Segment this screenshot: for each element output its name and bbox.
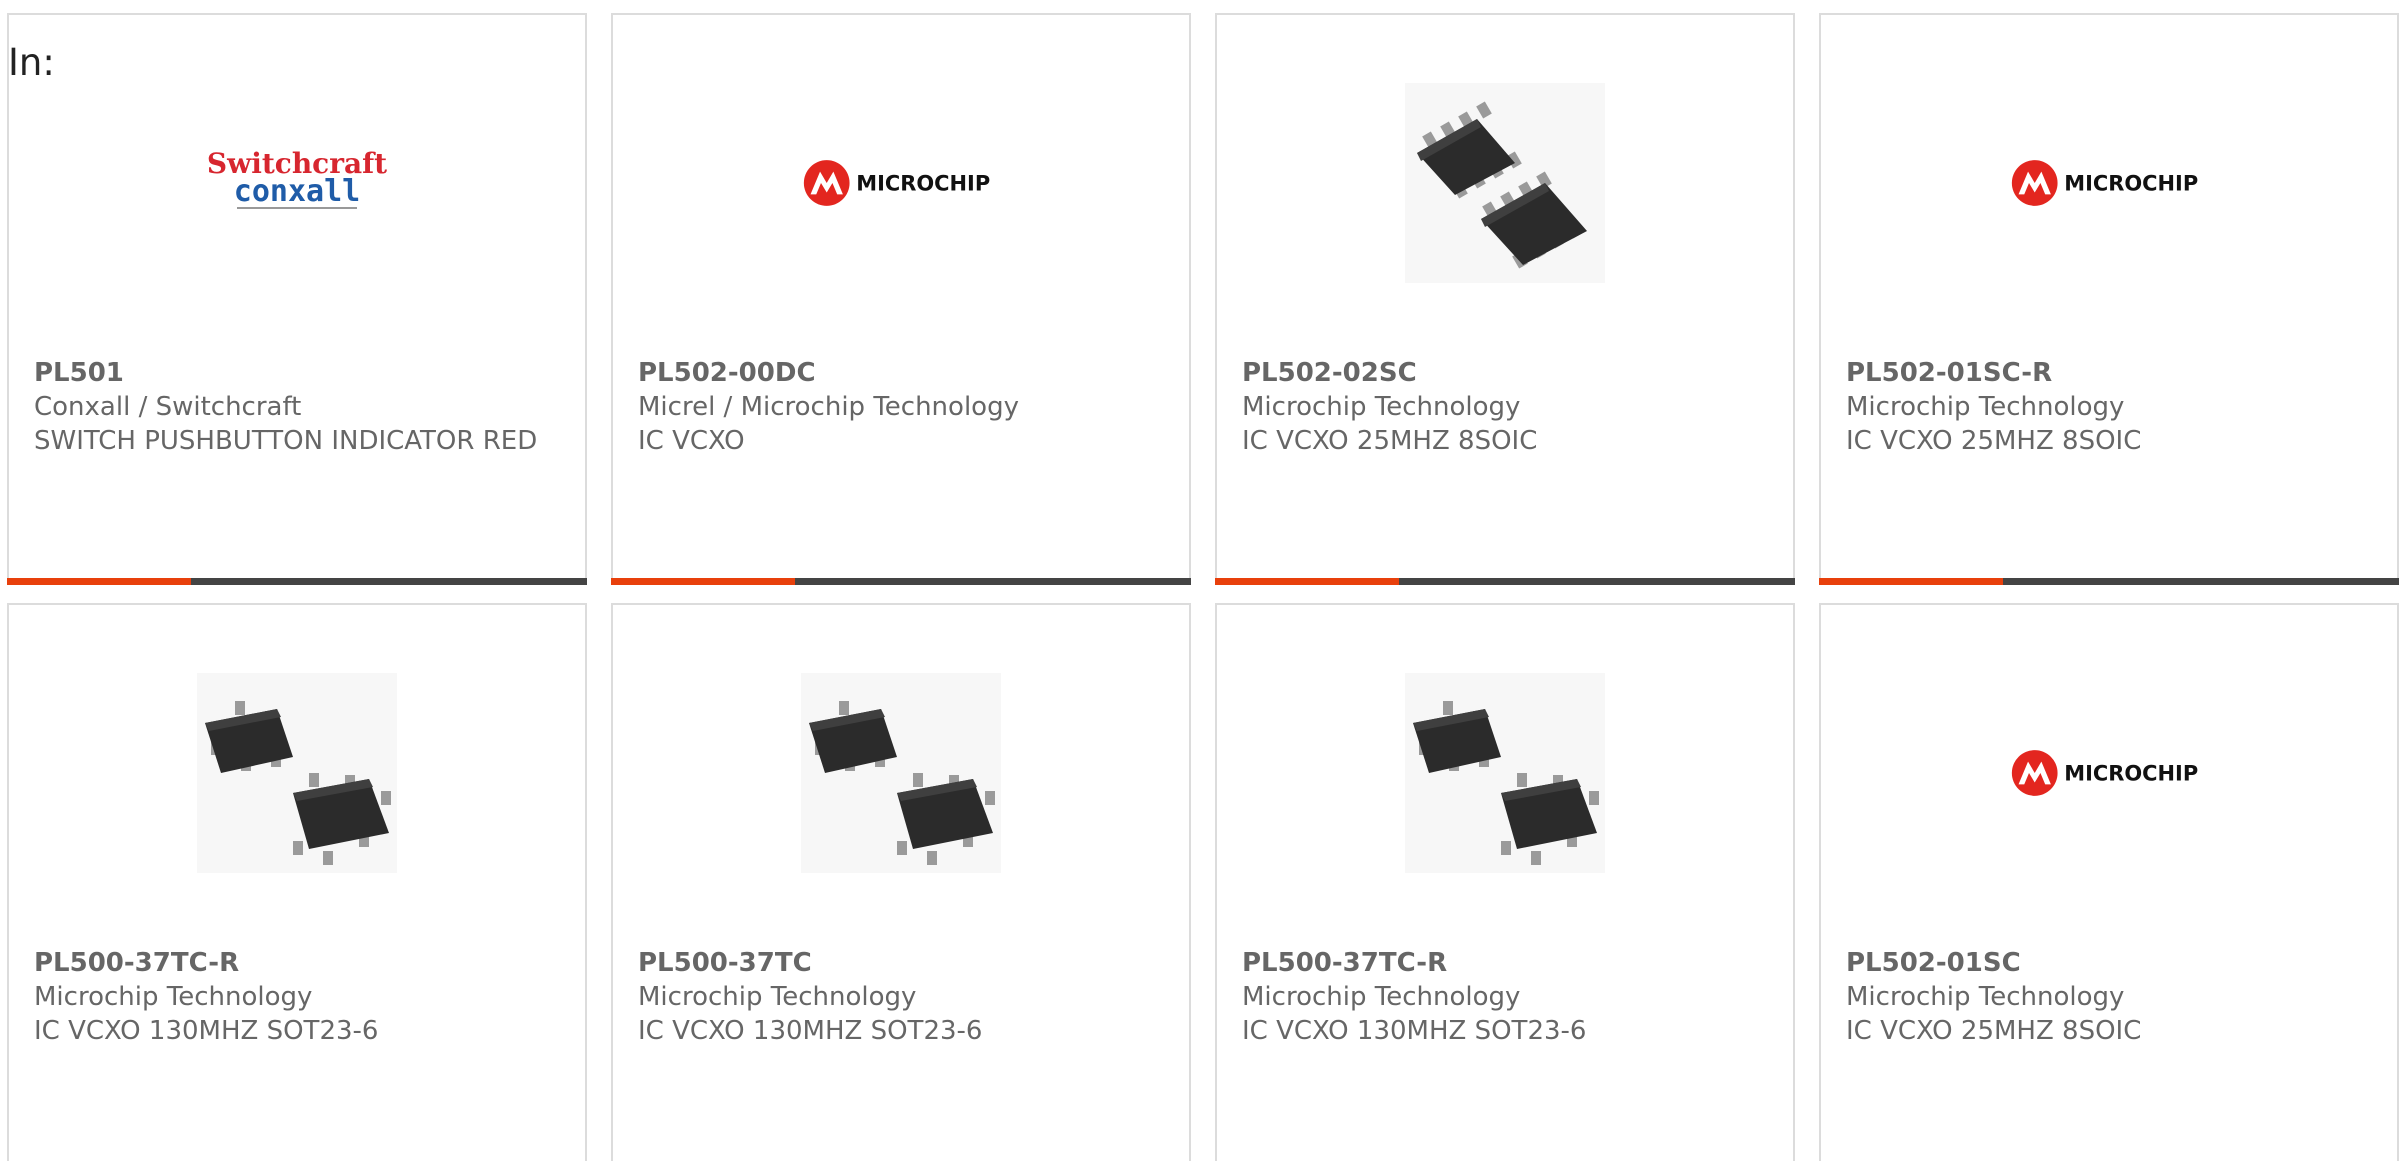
description: IC VCXO 25MHZ 8SOIC	[1846, 1016, 2142, 1046]
card-underline-accent	[1819, 578, 2003, 585]
description: IC VCXO	[638, 426, 745, 456]
product-info: PL500-37TC-R Microchip Technology IC VCX…	[1242, 946, 1777, 1048]
product-info: PL500-37TC-R Microchip Technology IC VCX…	[34, 946, 569, 1048]
description: IC VCXO 130MHZ SOT23-6	[34, 1016, 379, 1046]
sot23-chip-photo	[1405, 673, 1605, 873]
description: IC VCXO 130MHZ SOT23-6	[638, 1016, 983, 1046]
product-info: PL502-01SC-R Microchip Technology IC VCX…	[1846, 356, 2381, 458]
part-number[interactable]: PL502-01SC-R	[1846, 356, 2381, 390]
description: IC VCXO 130MHZ SOT23-6	[1242, 1016, 1587, 1046]
product-info: PL502-01SC Microchip Technology IC VCXO …	[1846, 946, 2381, 1048]
product-info: PL500-37TC Microchip Technology IC VCXO …	[638, 946, 1173, 1048]
product-grid-page: In: Switchcraft conxall PL501 Conxall / …	[0, 0, 2400, 1161]
manufacturer: Conxall / Switchcraft	[34, 392, 302, 422]
part-number[interactable]: PL502-00DC	[638, 356, 1173, 390]
manufacturer-logo-microchip: MICROCHIP	[2009, 83, 2209, 283]
sot23-chip-photo	[801, 673, 1001, 873]
manufacturer-logo-switchcraft-conxall: Switchcraft conxall	[197, 83, 397, 283]
product-card[interactable]: PL502-02SC Microchip Technology IC VCXO …	[1215, 13, 1795, 585]
manufacturer: Microchip Technology	[638, 982, 917, 1012]
manufacturer: Microchip Technology	[1242, 982, 1521, 1012]
card-underline	[611, 578, 1191, 585]
product-card[interactable]: MICROCHIP PL502-01SC-R Microchip Technol…	[1819, 13, 2399, 585]
product-card[interactable]: MICROCHIP PL502-01SC Microchip Technolog…	[1819, 603, 2399, 1161]
sot23-chip-photo	[197, 673, 397, 873]
part-number[interactable]: PL502-02SC	[1242, 356, 1777, 390]
card-underline-accent	[1215, 578, 1399, 585]
card-underline-accent	[7, 578, 191, 585]
manufacturer: Microchip Technology	[1846, 392, 2125, 422]
product-card[interactable]: PL500-37TC-R Microchip Technology IC VCX…	[1215, 603, 1795, 1161]
manufacturer-logo-microchip: MICROCHIP	[801, 83, 1001, 283]
product-info: PL502-02SC Microchip Technology IC VCXO …	[1242, 356, 1777, 458]
product-card[interactable]: Switchcraft conxall PL501 Conxall / Swit…	[7, 13, 587, 585]
microchip-logo-text: MICROCHIP	[2064, 172, 2198, 196]
part-number[interactable]: PL501	[34, 356, 569, 390]
microchip-logo-text: MICROCHIP	[856, 172, 990, 196]
product-card[interactable]: PL500-37TC Microchip Technology IC VCXO …	[611, 603, 1191, 1161]
product-card[interactable]: MICROCHIP PL502-00DC Micrel / Microchip …	[611, 13, 1191, 585]
manufacturer: Microchip Technology	[1846, 982, 2125, 1012]
description: SWITCH PUSHBUTTON INDICATOR RED	[34, 426, 538, 456]
conxall-logo-text: conxall	[234, 174, 360, 209]
soic8-chip-photo	[1405, 83, 1605, 283]
part-number[interactable]: PL502-01SC	[1846, 946, 2381, 980]
card-underline	[1215, 578, 1795, 585]
manufacturer: Micrel / Microchip Technology	[638, 392, 1019, 422]
card-underline	[7, 578, 587, 585]
manufacturer: Microchip Technology	[1242, 392, 1521, 422]
card-underline	[1819, 578, 2399, 585]
product-info: PL502-00DC Micrel / Microchip Technology…	[638, 356, 1173, 458]
product-info: PL501 Conxall / Switchcraft SWITCH PUSHB…	[34, 356, 569, 458]
part-number[interactable]: PL500-37TC-R	[34, 946, 569, 980]
product-card[interactable]: PL500-37TC-R Microchip Technology IC VCX…	[7, 603, 587, 1161]
manufacturer: Microchip Technology	[34, 982, 313, 1012]
card-underline-accent	[611, 578, 795, 585]
manufacturer-logo-microchip: MICROCHIP	[2009, 673, 2209, 873]
filter-label: In:	[8, 41, 55, 84]
description: IC VCXO 25MHZ 8SOIC	[1242, 426, 1538, 456]
part-number[interactable]: PL500-37TC-R	[1242, 946, 1777, 980]
microchip-logo-text: MICROCHIP	[2064, 762, 2198, 786]
description: IC VCXO 25MHZ 8SOIC	[1846, 426, 2142, 456]
part-number[interactable]: PL500-37TC	[638, 946, 1173, 980]
